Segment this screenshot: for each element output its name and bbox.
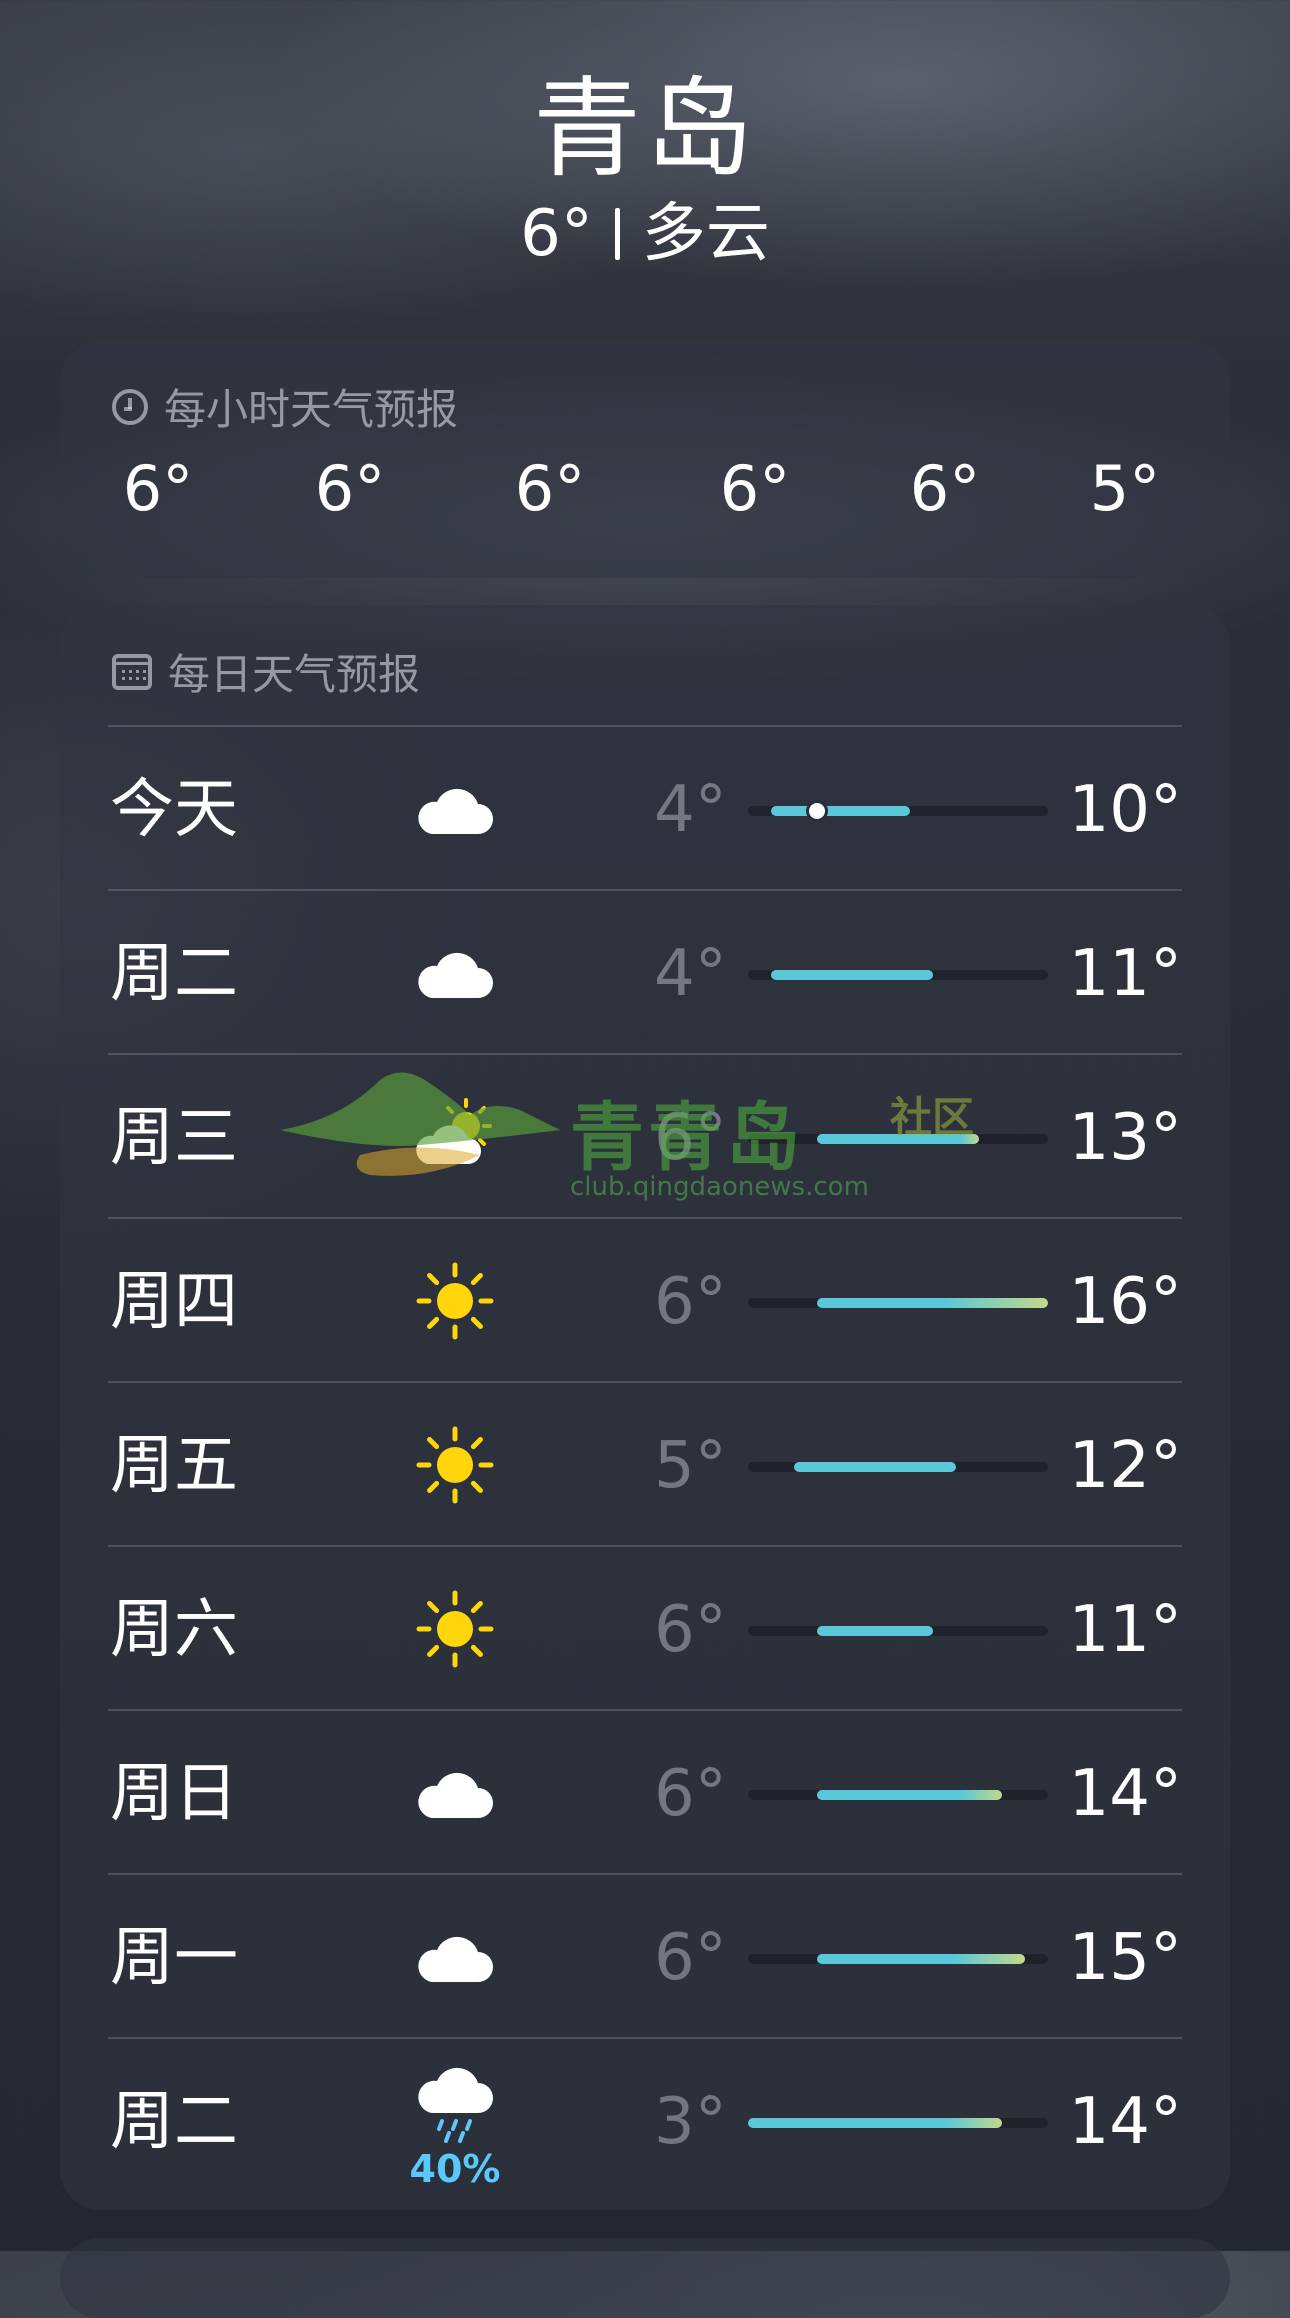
high-temp: 10°	[1068, 773, 1182, 847]
high-temp: 14°	[1068, 2085, 1182, 2159]
temp-range-bar	[817, 1298, 1048, 1308]
calendar-icon	[112, 653, 152, 690]
cloud-icon	[410, 928, 500, 1018]
temp-range-bar	[817, 1790, 1002, 1800]
temp-range-track	[748, 803, 1048, 819]
hourly-forecast-title: 每小时天气预报	[112, 376, 458, 437]
temp-range-bar	[771, 806, 910, 816]
current-condition: 多云	[641, 197, 770, 271]
cloud-icon	[410, 1748, 500, 1838]
sun-icon	[410, 1256, 500, 1346]
temp-range-bar	[794, 1462, 956, 1472]
temp-range-track	[748, 1626, 1048, 1636]
cloud-rain-icon	[410, 2057, 500, 2147]
temp-range-bar	[771, 970, 933, 980]
high-temp: 13°	[1068, 1101, 1182, 1175]
low-temp: 6°	[654, 1757, 727, 1831]
partly-sunny-icon	[410, 1092, 500, 1182]
high-temp: 11°	[1068, 1593, 1182, 1667]
temp-range-track	[748, 2118, 1048, 2128]
hourly-temp: 6°	[909, 452, 981, 525]
high-temp: 11°	[1068, 937, 1182, 1011]
temp-range-track	[748, 1954, 1048, 1964]
hourly-temp: 6°	[719, 452, 791, 525]
temp-range-track	[748, 1298, 1048, 1308]
hourly-temp: 5°	[1089, 452, 1161, 525]
day-label: 周三	[110, 1101, 238, 1175]
high-temp: 16°	[1068, 1265, 1182, 1339]
day-label: 今天	[110, 773, 238, 847]
temp-range-bar	[817, 1134, 979, 1144]
day-label: 周二	[110, 2085, 238, 2159]
daily-forecast-title: 每日天气预报	[112, 641, 420, 702]
hourly-forecast-label: 每小时天气预报	[164, 385, 459, 434]
low-temp: 4°	[654, 773, 727, 847]
daily-forecast-row[interactable]: 周一 6° 15°	[60, 1875, 1230, 2039]
hourly-forecast-card[interactable]: 每小时天气预报 6° 6° 6° 6° 6° 5°	[60, 342, 1230, 578]
temp-range-track	[748, 1790, 1048, 1800]
low-temp: 6°	[654, 1593, 727, 1667]
separator	[614, 208, 620, 260]
hourly-temp: 6°	[514, 452, 586, 525]
high-temp: 14°	[1068, 1757, 1182, 1831]
precipitation-chance: 40%	[409, 2147, 501, 2191]
clock-icon	[112, 388, 148, 425]
daily-forecast-row[interactable]: 周二 40% 3° 14°	[60, 2039, 1230, 2203]
daily-forecast-label: 每日天气预报	[168, 650, 421, 699]
low-temp: 5°	[654, 1429, 727, 1503]
location-header: 青岛 6° 多云	[0, 70, 1290, 272]
daily-forecast-row[interactable]: 周四 6° 16°	[60, 1219, 1230, 1383]
city-name: 青岛	[532, 67, 757, 192]
next-card	[60, 2238, 1230, 2318]
cloud-icon	[410, 1912, 500, 2002]
daily-forecast-row[interactable]: 周二 4° 11°	[60, 891, 1230, 1055]
high-temp: 12°	[1068, 1429, 1182, 1503]
temp-range-bar	[817, 1626, 933, 1636]
day-label: 周一	[110, 1921, 238, 1995]
day-label: 周二	[110, 937, 238, 1011]
low-temp: 3°	[654, 2085, 727, 2159]
daily-forecast-row[interactable]: 周六 6° 11°	[60, 1547, 1230, 1711]
daily-forecast-row[interactable]: 周五 5° 12°	[60, 1383, 1230, 1547]
low-temp: 6°	[654, 1265, 727, 1339]
cloud-icon	[410, 764, 500, 854]
day-label: 周四	[110, 1265, 238, 1339]
daily-forecast-row[interactable]: 周三 6° 13°	[60, 1055, 1230, 1219]
hourly-temp: 6°	[122, 452, 194, 525]
daily-forecast-row[interactable]: 周日 6° 14°	[60, 1711, 1230, 1875]
temp-range-track	[748, 1462, 1048, 1472]
temp-range-track	[748, 970, 1048, 980]
day-label: 周五	[110, 1429, 238, 1503]
day-label: 周日	[110, 1757, 238, 1831]
sun-icon	[410, 1420, 500, 1510]
day-label: 周六	[110, 1593, 238, 1667]
current-temp-dot	[809, 803, 826, 819]
temp-range-track	[748, 1134, 1048, 1144]
sun-icon	[410, 1584, 500, 1674]
temp-range-bar	[817, 1954, 1025, 1964]
current-temperature: 6°	[520, 197, 593, 271]
current-conditions: 6° 多云	[0, 196, 1290, 272]
low-temp: 6°	[654, 1101, 727, 1175]
daily-forecast-row[interactable]: 今天 4° 10°	[60, 727, 1230, 891]
hourly-temp: 6°	[314, 452, 386, 525]
low-temp: 6°	[654, 1921, 727, 1995]
high-temp: 15°	[1068, 1921, 1182, 1995]
temp-range-bar	[748, 2118, 1002, 2128]
daily-forecast-card[interactable]: 每日天气预报 今天 4° 10° 周二 4° 11° 周三 6° 13° 周四 6° 16° 周五 5° 1…	[60, 605, 1230, 2210]
low-temp: 4°	[654, 937, 727, 1011]
